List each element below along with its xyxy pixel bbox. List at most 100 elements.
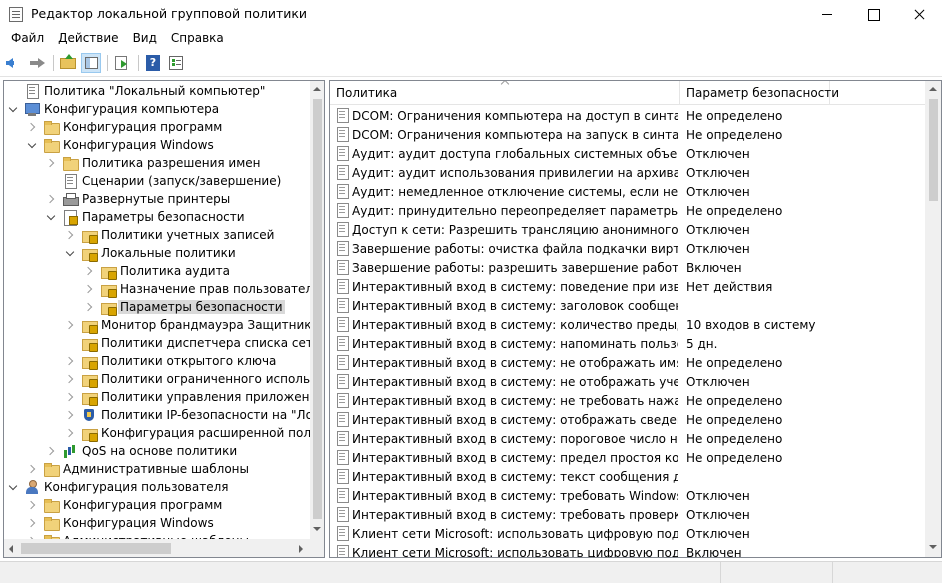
tree-item[interactable]: Политики IP-безопасности на "Локал — [4, 406, 324, 424]
tree-item[interactable]: Конфигурация программ — [4, 496, 308, 514]
chevron-right-icon[interactable] — [27, 499, 39, 511]
policy-name: Интерактивный вход в систему: пороговое … — [352, 432, 678, 446]
list-item[interactable]: Доступ к сети: Разрешить трансляцию анон… — [330, 220, 925, 239]
chevron-right-icon[interactable] — [65, 409, 77, 421]
chevron-down-icon[interactable] — [65, 247, 77, 259]
list-item[interactable]: Интерактивный вход в систему: предел про… — [330, 448, 925, 467]
list-item[interactable]: Интерактивный вход в систему: поведение … — [330, 277, 925, 296]
menu-action[interactable]: Действие — [51, 29, 125, 49]
tree-item[interactable]: Сценарии (запуск/завершение) — [4, 172, 308, 190]
tree-item[interactable]: Конфигурация компьютера — [4, 100, 308, 118]
scroll-thumb[interactable] — [21, 543, 171, 554]
minimize-button[interactable] — [804, 0, 850, 29]
forward-button[interactable] — [27, 53, 47, 73]
list-item[interactable]: Интерактивный вход в систему: не требова… — [330, 391, 925, 410]
list-vertical-scrollbar[interactable] — [925, 81, 941, 557]
chevron-right-icon[interactable] — [27, 121, 39, 133]
column-header-setting[interactable]: Параметр безопасности — [680, 81, 839, 105]
back-button[interactable] — [4, 53, 24, 73]
tree-item[interactable]: Развернутые принтеры — [4, 190, 308, 208]
scroll-up-icon[interactable] — [929, 87, 937, 91]
list-item[interactable]: Аудит: принудительно переопределяет пара… — [330, 201, 925, 220]
chevron-right-icon[interactable] — [65, 355, 77, 367]
chevron-right-icon[interactable] — [65, 319, 77, 331]
console-tree[interactable]: Политика "Локальный компьютер" Конфигурац… — [3, 80, 325, 558]
list-item[interactable]: Завершение работы: очистка файла подкачк… — [330, 239, 925, 258]
tree-item[interactable]: Конфигурация Windows — [4, 514, 308, 532]
list-item[interactable]: Интерактивный вход в систему: пороговое … — [330, 429, 925, 448]
chevron-right-icon[interactable] — [84, 265, 96, 277]
tree-item[interactable]: QoS на основе политики — [4, 442, 308, 460]
tree-item[interactable]: Локальные политики — [4, 244, 308, 262]
menu-view[interactable]: Вид — [126, 29, 164, 49]
chevron-right-icon[interactable] — [27, 517, 39, 529]
chevron-right-icon[interactable] — [84, 301, 96, 313]
chevron-right-icon[interactable] — [27, 463, 39, 475]
tree-item[interactable]: Политика "Локальный компьютер" — [4, 82, 308, 100]
tree-item[interactable]: Политики учетных записей — [4, 226, 308, 244]
chevron-right-icon[interactable] — [46, 193, 58, 205]
tree-item[interactable]: Монитор брандмауэра Защитника W — [4, 316, 324, 334]
list-item[interactable]: Завершение работы: разрешить завершение … — [330, 258, 925, 277]
list-item[interactable]: Аудит: аудит использования привилегии на… — [330, 163, 925, 182]
list-item[interactable]: Интерактивный вход в систему: требовать … — [330, 505, 925, 524]
list-item[interactable]: Интерактивный вход в систему: отображать… — [330, 410, 925, 429]
tree-vertical-scrollbar[interactable] — [310, 81, 324, 539]
chevron-right-icon[interactable] — [65, 229, 77, 241]
tree-item[interactable]: Политика разрешения имен — [4, 154, 308, 172]
properties-button[interactable] — [166, 53, 186, 73]
scroll-down-icon[interactable] — [313, 527, 321, 531]
tree-item[interactable]: Политики ограниченного использова — [4, 370, 324, 388]
scroll-thumb[interactable] — [313, 99, 322, 519]
scroll-up-icon[interactable] — [313, 87, 321, 91]
scroll-left-icon[interactable] — [9, 545, 13, 553]
menu-help[interactable]: Справка — [164, 29, 231, 49]
chevron-right-icon[interactable] — [46, 157, 58, 169]
chevron-right-icon[interactable] — [84, 283, 96, 295]
scroll-right-icon[interactable] — [299, 545, 303, 553]
scroll-thumb[interactable] — [929, 99, 938, 201]
list-item[interactable]: Аудит: немедленное отключение системы, е… — [330, 182, 925, 201]
maximize-button[interactable] — [850, 0, 896, 29]
list-item[interactable]: Интерактивный вход в систему: заголовок … — [330, 296, 925, 315]
tree-item[interactable]: Параметры безопасности — [4, 208, 308, 226]
chevron-right-icon[interactable] — [65, 427, 77, 439]
chevron-right-icon[interactable] — [65, 373, 77, 385]
list-item[interactable]: Интерактивный вход в систему: напоминать… — [330, 334, 925, 353]
tree-item[interactable]: Политики управления приложениям — [4, 388, 324, 406]
menu-file[interactable]: Файл — [0, 29, 51, 49]
list-item[interactable]: Аудит: аудит доступа глобальных системны… — [330, 144, 925, 163]
list-item[interactable]: DCOM: Ограничения компьютера на запуск в… — [330, 125, 925, 144]
scroll-down-icon[interactable] — [929, 545, 937, 549]
tree-item[interactable]: Конфигурация расширенной полити — [4, 424, 324, 442]
tree-horizontal-scrollbar[interactable] — [4, 539, 324, 557]
tree-item[interactable]: Назначение прав пользователя — [4, 280, 320, 298]
tree-item[interactable]: Конфигурация программ — [4, 118, 308, 136]
up-one-level-button[interactable] — [58, 53, 78, 73]
list-item[interactable]: Интерактивный вход в систему: не отображ… — [330, 353, 925, 372]
chevron-down-icon[interactable] — [8, 481, 20, 493]
list-item[interactable]: Клиент сети Microsoft: использовать цифр… — [330, 543, 925, 557]
tree-item[interactable]: Конфигурация Windows — [4, 136, 308, 154]
tree-item[interactable]: Административные шаблоны — [4, 460, 308, 478]
chevron-down-icon[interactable] — [27, 139, 39, 151]
list-item[interactable]: Интерактивный вход в систему: не отображ… — [330, 372, 925, 391]
tree-item[interactable]: Политика аудита — [4, 262, 308, 280]
chevron-right-icon[interactable] — [65, 391, 77, 403]
tree-item[interactable]: Политики диспетчера списка сетей — [4, 334, 324, 352]
list-item[interactable]: Интерактивный вход в систему: требовать … — [330, 486, 925, 505]
close-button[interactable] — [896, 0, 942, 29]
tree-item[interactable]: Параметры безопасности — [4, 298, 308, 316]
list-item[interactable]: Клиент сети Microsoft: использовать цифр… — [330, 524, 925, 543]
list-item[interactable]: DCOM: Ограничения компьютера на доступ в… — [330, 106, 925, 125]
export-list-button[interactable] — [112, 53, 132, 73]
list-item[interactable]: Интерактивный вход в систему: текст сооб… — [330, 467, 925, 486]
chevron-down-icon[interactable] — [8, 103, 20, 115]
help-button[interactable]: ? — [143, 53, 163, 73]
list-item[interactable]: Интерактивный вход в систему: количество… — [330, 315, 925, 334]
chevron-right-icon[interactable] — [46, 445, 58, 457]
show-hide-tree-button[interactable] — [81, 53, 101, 73]
tree-item[interactable]: Политики открытого ключа — [4, 352, 308, 370]
chevron-down-icon[interactable] — [46, 211, 58, 223]
tree-item[interactable]: Конфигурация пользователя — [4, 478, 308, 496]
